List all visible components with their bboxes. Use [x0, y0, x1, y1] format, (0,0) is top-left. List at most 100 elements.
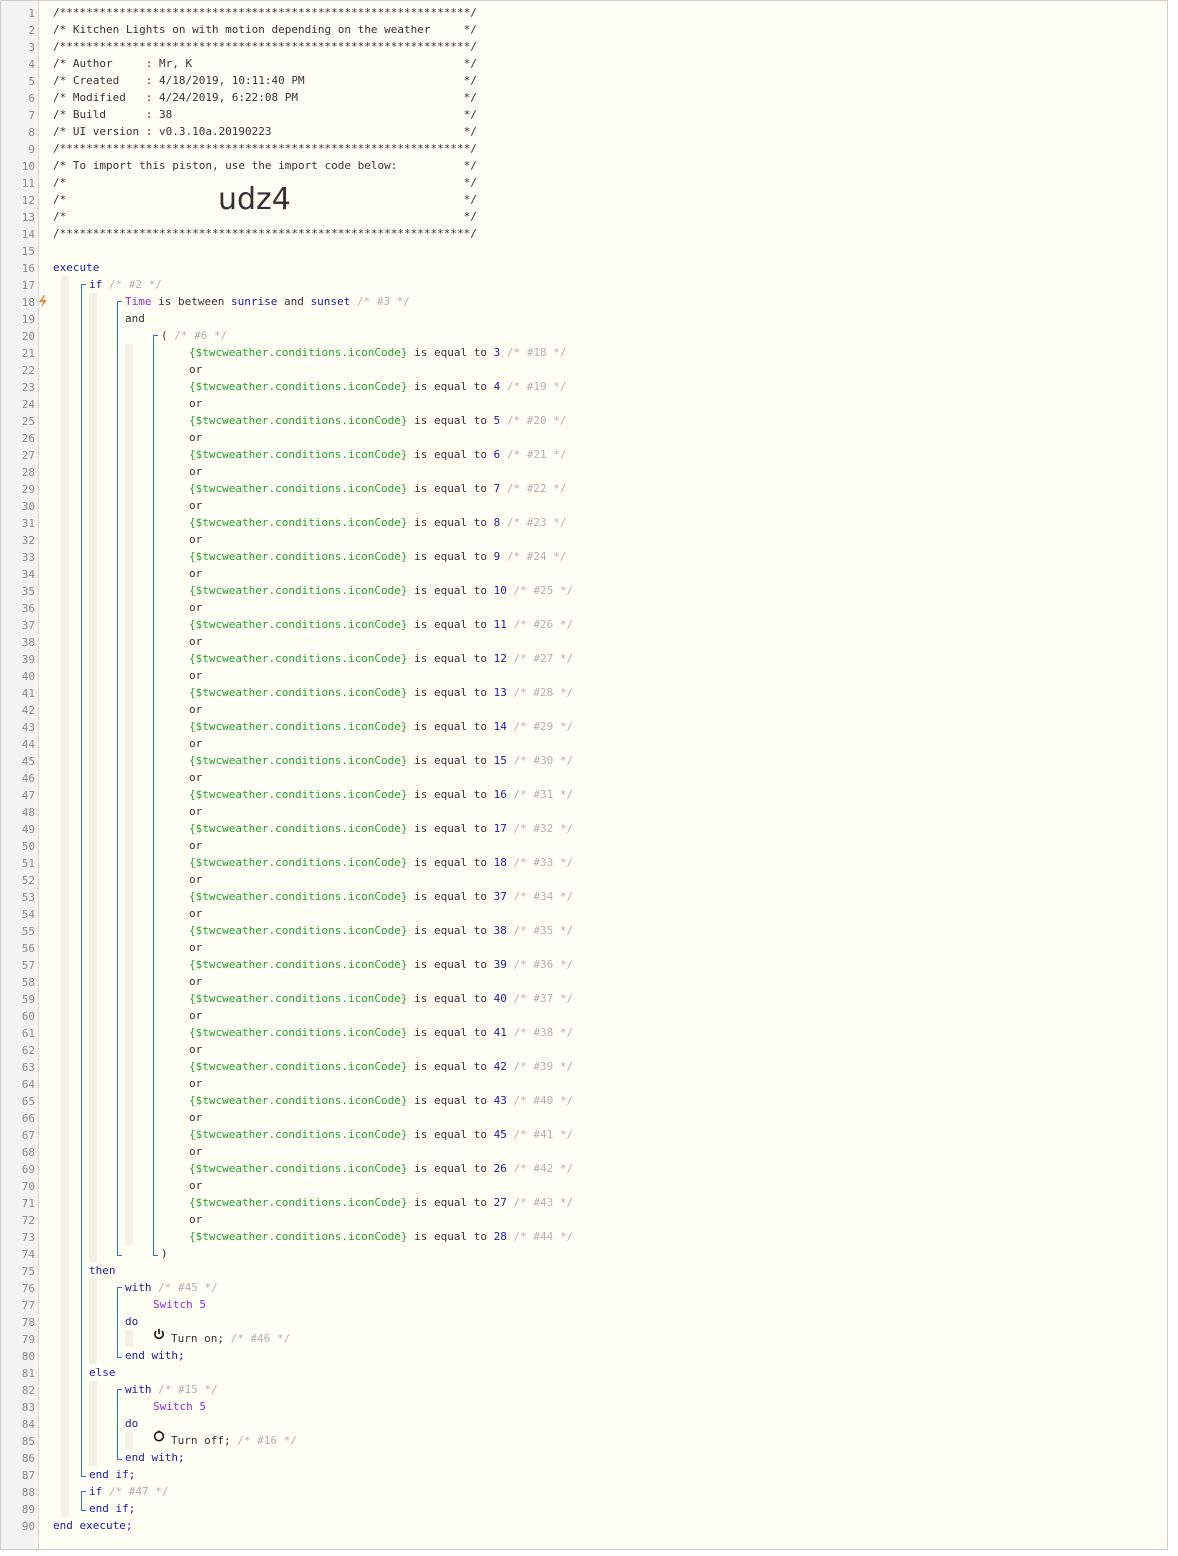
condition-value: 14 — [493, 720, 507, 733]
line-number: 84 — [21, 1418, 35, 1431]
condition-value: 42 — [493, 1060, 507, 1073]
keyword-do: do — [125, 1417, 139, 1430]
variable-iconcode[interactable]: {$twcweather.conditions.iconCode} — [189, 550, 408, 563]
variable-iconcode[interactable]: {$twcweather.conditions.iconCode} — [189, 958, 408, 971]
block-bracket — [153, 335, 158, 1256]
variable-iconcode[interactable]: {$twcweather.conditions.iconCode} — [189, 448, 408, 461]
device-switch[interactable]: Switch 5 — [153, 1298, 206, 1311]
variable-iconcode[interactable]: {$twcweather.conditions.iconCode} — [189, 482, 408, 495]
line-number: 61 — [21, 1027, 35, 1040]
condition-row: {$twcweather.conditions.iconCode} is equ… — [189, 992, 574, 1005]
line-number: 73 — [21, 1231, 35, 1244]
comment: /* #19 */ — [506, 380, 567, 393]
variable-iconcode[interactable]: {$twcweather.conditions.iconCode} — [189, 720, 408, 733]
comment: /* #23 */ — [506, 516, 567, 529]
variable-iconcode[interactable]: {$twcweather.conditions.iconCode} — [189, 754, 408, 767]
code-line: if /* #2 */ — [89, 276, 162, 293]
header-comment-line: /***************************************… — [53, 38, 477, 55]
operator-or: or — [189, 1009, 203, 1022]
condition-row: {$twcweather.conditions.iconCode} is equ… — [189, 1162, 574, 1175]
variable-iconcode[interactable]: {$twcweather.conditions.iconCode} — [189, 516, 408, 529]
condition-row: {$twcweather.conditions.iconCode} is equ… — [189, 788, 574, 801]
operator-or: or — [189, 567, 203, 580]
keyword-do: do — [125, 1315, 139, 1328]
variable-iconcode[interactable]: {$twcweather.conditions.iconCode} — [189, 1128, 408, 1141]
line-number: 14 — [21, 228, 35, 241]
keyword-then: then — [89, 1264, 116, 1277]
line-number: 31 — [21, 517, 35, 530]
group-open: ( /* #6 */ — [161, 329, 228, 342]
operator-or: or — [189, 465, 203, 478]
header-comment: /* Modified : 4/24/2019, 6:22:08 PM */ — [53, 91, 477, 104]
condition-value: 9 — [493, 550, 501, 563]
operator-or: or — [189, 635, 203, 648]
variable-iconcode[interactable]: {$twcweather.conditions.iconCode} — [189, 1060, 408, 1073]
time-subject[interactable]: Time — [125, 295, 152, 308]
header-comment-line: /* Kitchen Lights on with motion dependi… — [53, 21, 477, 38]
line-number: 59 — [21, 993, 35, 1006]
variable-iconcode[interactable]: {$twcweather.conditions.iconCode} — [189, 822, 408, 835]
variable-iconcode[interactable]: {$twcweather.conditions.iconCode} — [189, 1196, 408, 1209]
variable-iconcode[interactable]: {$twcweather.conditions.iconCode} — [189, 1230, 408, 1243]
variable-iconcode[interactable]: {$twcweather.conditions.iconCode} — [189, 346, 408, 359]
comment: /* #3 */ — [356, 295, 410, 308]
line-number: 80 — [21, 1350, 35, 1363]
comment: /* #32 */ — [513, 822, 574, 835]
operator-or: or — [189, 703, 203, 716]
variable-iconcode[interactable]: {$twcweather.conditions.iconCode} — [189, 856, 408, 869]
line-number: 21 — [21, 347, 35, 360]
indent-guide — [125, 1432, 133, 1449]
operator-or: or — [189, 499, 203, 512]
device-switch[interactable]: Switch 5 — [153, 1400, 206, 1413]
indent-guide — [89, 1279, 97, 1364]
line-number: 47 — [21, 789, 35, 802]
block-bracket — [117, 1287, 122, 1358]
line-number: 27 — [21, 449, 35, 462]
condition-row: {$twcweather.conditions.iconCode} is equ… — [189, 652, 574, 665]
condition-row: {$twcweather.conditions.iconCode} is equ… — [189, 1060, 574, 1073]
variable-iconcode[interactable]: {$twcweather.conditions.iconCode} — [189, 414, 408, 427]
condition-row: {$twcweather.conditions.iconCode} is equ… — [189, 856, 574, 869]
variable-iconcode[interactable]: {$twcweather.conditions.iconCode} — [189, 1162, 408, 1175]
operator-or: or — [189, 363, 203, 376]
variable-iconcode[interactable]: {$twcweather.conditions.iconCode} — [189, 924, 408, 937]
line-number: 65 — [21, 1095, 35, 1108]
variable-iconcode[interactable]: {$twcweather.conditions.iconCode} — [189, 652, 408, 665]
variable-iconcode[interactable]: {$twcweather.conditions.iconCode} — [189, 788, 408, 801]
line-number: 43 — [21, 721, 35, 734]
variable-iconcode[interactable]: {$twcweather.conditions.iconCode} — [189, 618, 408, 631]
line-number: 23 — [21, 381, 35, 394]
condition-value: 7 — [493, 482, 501, 495]
device-line: Switch 5 — [153, 1296, 206, 1313]
operator-or: or — [189, 533, 203, 546]
line-number: 13 — [21, 211, 35, 224]
line-number: 74 — [21, 1248, 35, 1261]
variable-iconcode[interactable]: {$twcweather.conditions.iconCode} — [189, 1026, 408, 1039]
line-number: 46 — [21, 772, 35, 785]
line-number: 58 — [21, 976, 35, 989]
header-comment: /***************************************… — [53, 40, 477, 53]
condition-value: 39 — [493, 958, 507, 971]
line-number: 62 — [21, 1044, 35, 1057]
variable-iconcode[interactable]: {$twcweather.conditions.iconCode} — [189, 992, 408, 1005]
line-number: 70 — [21, 1180, 35, 1193]
line-number: 11 — [21, 177, 35, 190]
line-number: 50 — [21, 840, 35, 853]
line-number: 75 — [21, 1265, 35, 1278]
line-number: 56 — [21, 942, 35, 955]
variable-iconcode[interactable]: {$twcweather.conditions.iconCode} — [189, 686, 408, 699]
comment: /* #36 */ — [513, 958, 574, 971]
header-comment: /***************************************… — [53, 142, 477, 155]
comment: /* #45 */ — [158, 1281, 218, 1294]
variable-iconcode[interactable]: {$twcweather.conditions.iconCode} — [189, 584, 408, 597]
variable-iconcode[interactable]: {$twcweather.conditions.iconCode} — [189, 890, 408, 903]
sunrise-value: sunrise — [230, 295, 278, 308]
power-on-icon — [154, 1328, 164, 1340]
condition-row: {$twcweather.conditions.iconCode} is equ… — [189, 890, 574, 903]
line-number: 34 — [21, 568, 35, 581]
line-number: 85 — [21, 1435, 35, 1448]
line-number: 76 — [21, 1282, 35, 1295]
header-comment: /* Kitchen Lights on with motion dependi… — [53, 23, 477, 36]
variable-iconcode[interactable]: {$twcweather.conditions.iconCode} — [189, 380, 408, 393]
variable-iconcode[interactable]: {$twcweather.conditions.iconCode} — [189, 1094, 408, 1107]
